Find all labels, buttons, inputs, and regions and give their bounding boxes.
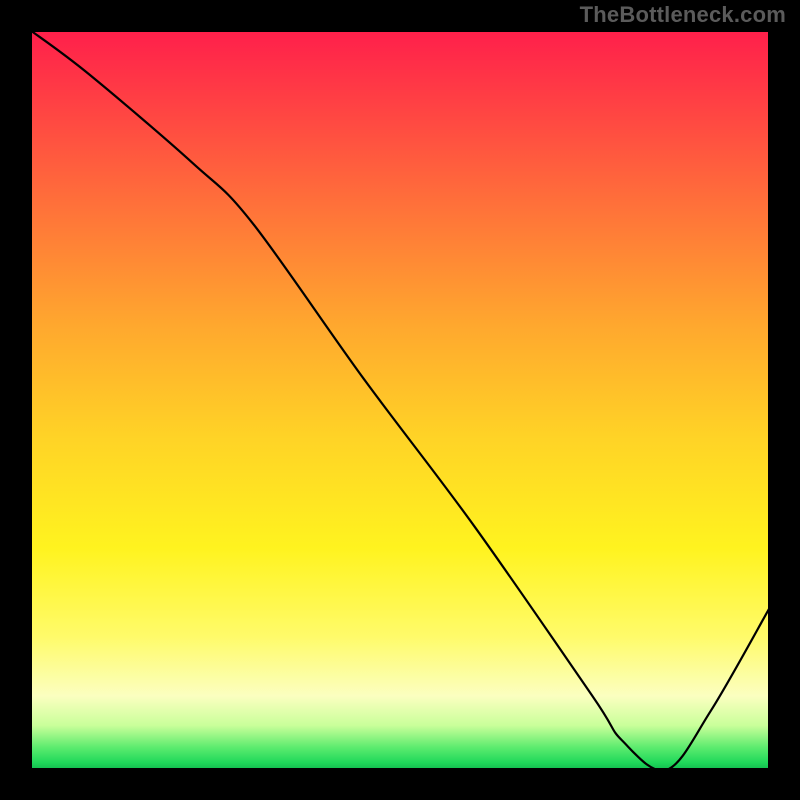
chart-frame: TheBottleneck.com [0,0,800,800]
plot-area [30,30,770,770]
attribution-text: TheBottleneck.com [580,2,786,28]
bottleneck-curve [30,30,770,770]
